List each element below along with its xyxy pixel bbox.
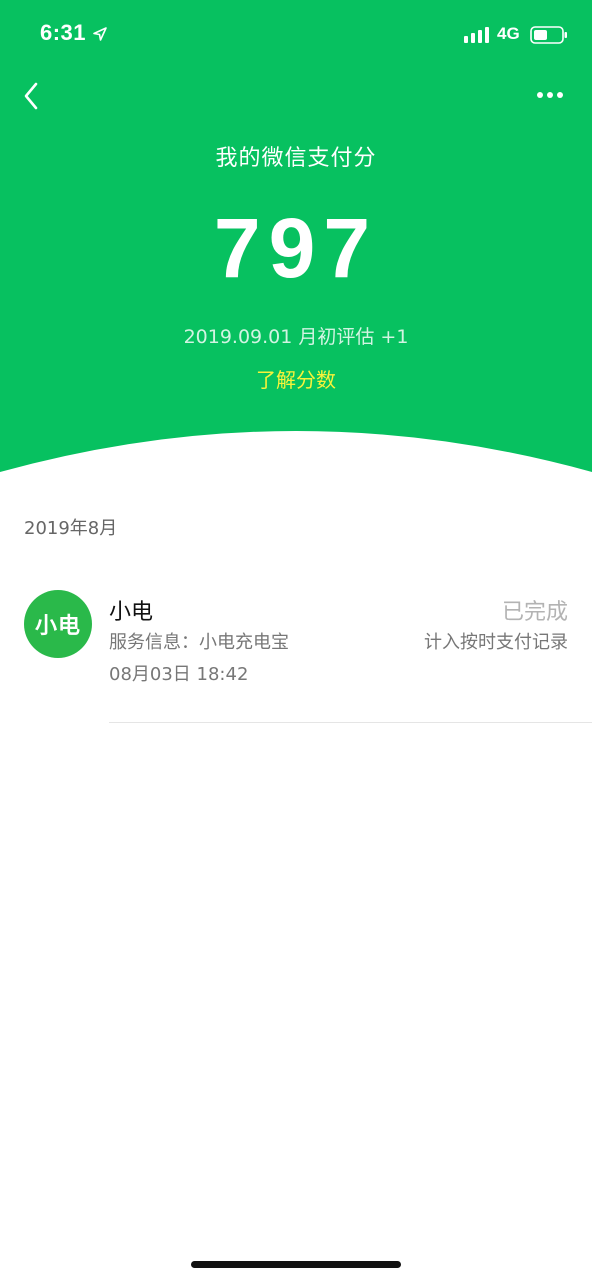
network-type: 4G: [497, 24, 520, 43]
more-button[interactable]: [532, 84, 568, 106]
home-indicator[interactable]: [191, 1261, 401, 1268]
status-badge: 已完成: [501, 600, 568, 625]
status-bar: 6:31 4G: [0, 0, 592, 72]
score-value: 797: [213, 201, 379, 295]
learn-score-link[interactable]: 了解分数: [0, 364, 592, 393]
list-item[interactable]: 小电 小电 服务信息：小电充电宝 08月03日 18:42 已完成 计入按时支付…: [0, 574, 592, 724]
merchant-avatar: 小电: [24, 590, 92, 658]
status-time: 6:31: [40, 20, 87, 45]
record-note: 计入按时支付记录: [424, 632, 568, 653]
divider: [109, 722, 592, 723]
evaluation-line: 2019.09.01 月初评估 +1: [183, 326, 409, 348]
location-arrow-icon: [93, 27, 107, 41]
month-header: 2019年8月: [24, 518, 118, 539]
chevron-left-icon: [24, 82, 38, 110]
service-info: 服务信息：小电充电宝: [109, 632, 289, 653]
more-dots-icon: [537, 92, 563, 98]
cellular-signal-icon: [464, 27, 489, 43]
battery-icon: [530, 26, 567, 44]
score-title: 我的微信支付分: [215, 146, 377, 171]
header-wave: [0, 431, 592, 490]
record-time: 08月03日 18:42: [109, 664, 249, 685]
merchant-name: 小电: [109, 600, 154, 625]
back-button[interactable]: [16, 78, 48, 114]
